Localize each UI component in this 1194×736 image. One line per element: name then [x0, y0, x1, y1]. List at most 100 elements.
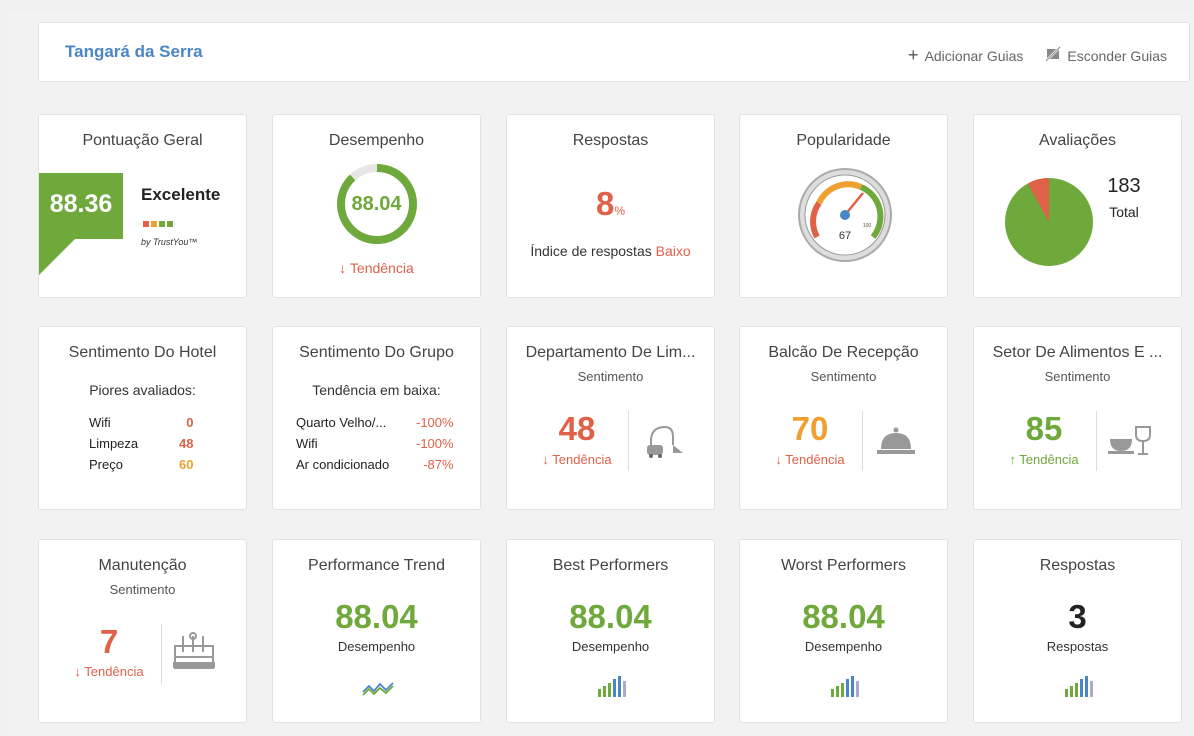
gauge-max: 100 [863, 223, 872, 229]
reviews-total-label: Total [1109, 204, 1139, 220]
table-row: Ar condicionado -87% [296, 457, 454, 472]
hotel-sentiment-card[interactable]: Sentimento Do Hotel Piores avaliados: Wi… [38, 326, 247, 510]
response-index: Índice de respostas Baixo [507, 243, 714, 259]
card-title: Popularidade [796, 132, 891, 149]
card-subtitle: Sentimento [1044, 369, 1111, 384]
plus-icon: + [908, 45, 919, 65]
reviews-total: 183 [1107, 175, 1141, 197]
card-title: Departamento De Lim... [525, 344, 696, 361]
popularity-gauge: 67 100 [798, 168, 892, 262]
table-row: Wifi 0 [89, 415, 194, 430]
card-title: Pontuação Geral [82, 132, 203, 149]
response-rate: 8% [507, 185, 714, 223]
hide-icon [1045, 46, 1062, 65]
card-subtitle: Sentimento [577, 369, 644, 384]
performance-value: 88.04 [802, 598, 885, 635]
responses-count-card[interactable]: Respostas 3 Respostas [973, 539, 1182, 723]
declining-trend-table: Quarto Velho/... -100% Wifi -100% Ar condi… [296, 412, 454, 475]
performance-label: Desempenho [337, 639, 416, 654]
card-title: Manutenção [98, 557, 187, 574]
dining-icon [1108, 426, 1151, 455]
toolbox-icon [173, 632, 215, 669]
sentiment-value: 70 [791, 410, 829, 447]
performance-card[interactable]: Desempenho 88.04 ↓ Tendência [272, 114, 481, 298]
card-title: Setor De Alimentos E ... [992, 344, 1163, 361]
cleaning-sentiment-card[interactable]: Departamento De Lim... Sentimento 48 ↓ T… [506, 326, 715, 510]
sentiment-trend: ↑ Tendência [1009, 452, 1079, 467]
score-value: 88.36 [49, 190, 113, 218]
divider [862, 411, 863, 471]
card-title: Best Performers [552, 557, 669, 574]
performance-label: Desempenho [804, 639, 883, 654]
hide-tabs-label: Esconder Guias [1067, 47, 1167, 64]
overall-score-card[interactable]: Pontuação Geral 88.36 Excelente by Trust… [38, 114, 247, 298]
card-title: Avaliações [1038, 132, 1117, 149]
performance-value: 88.04 [351, 193, 402, 215]
responses-value: 3 [1068, 598, 1087, 635]
card-title: Sentimento Do Hotel [68, 344, 217, 361]
divider [628, 411, 629, 471]
header-bar: Tangará da Serra + Adicionar Guias Escon… [38, 22, 1190, 82]
group-sentiment-card[interactable]: Sentimento Do Grupo Tendência em baixa: … [272, 326, 481, 510]
rating-dots-icon [143, 221, 173, 227]
badge-tail [39, 239, 75, 275]
vacuum-icon [647, 425, 683, 458]
page-title[interactable]: Tangará da Serra [65, 42, 203, 62]
response-rate-unit: % [614, 204, 626, 218]
table-row: Wifi -100% [296, 436, 454, 451]
table-row: Limpeza 48 [89, 436, 194, 451]
score-badge: 88.36 [39, 173, 123, 239]
card-subtitle: Piores avaliados: [89, 382, 196, 398]
dashboard: Tangará da Serra + Adicionar Guias Escon… [8, 10, 1192, 736]
card-subtitle: Tendência em baixa: [312, 382, 441, 398]
card-title: Respostas [572, 132, 649, 149]
trend-icon [362, 682, 394, 696]
brand-label: by TrustYou™ [141, 237, 198, 247]
card-title: Sentimento Do Grupo [299, 344, 454, 361]
bars-icon [598, 676, 626, 697]
response-index-value: Baixo [655, 243, 691, 259]
header-actions: + Adicionar Guias Esconder Guias [908, 45, 1167, 66]
hide-tabs-button[interactable]: Esconder Guias [1045, 45, 1167, 66]
card-title: Performance Trend [308, 557, 445, 574]
worst-performers-card[interactable]: Worst Performers 88.04 Desempenho [739, 539, 948, 723]
sentiment-value: 48 [558, 410, 596, 447]
card-title: Worst Performers [780, 557, 907, 574]
table-row: Quarto Velho/... -100% [296, 415, 454, 430]
food-sentiment-card[interactable]: Setor De Alimentos E ... Sentimento 85 ↑… [973, 326, 1182, 510]
divider [161, 624, 162, 684]
gauge-value: 67 [839, 230, 851, 242]
performance-trend: ↓ Tendência [339, 260, 414, 276]
card-title: Respostas [1039, 557, 1116, 574]
performance-label: Desempenho [571, 639, 650, 654]
card-subtitle: Sentimento [109, 582, 176, 597]
worst-rated-table: Wifi 0 Limpeza 48 Preço 60 [89, 412, 193, 475]
sentiment-value: 85 [1025, 410, 1063, 447]
best-performers-card[interactable]: Best Performers 88.04 Desempenho [506, 539, 715, 723]
reviews-pie [1005, 178, 1093, 266]
score-label: Excelente [141, 185, 221, 204]
performance-trend-card[interactable]: Performance Trend 88.04 Desempenho [272, 539, 481, 723]
maintenance-sentiment-card[interactable]: Manutenção Sentimento 7 ↓ Tendência [38, 539, 247, 723]
response-rate-value: 8 [595, 185, 615, 222]
bars-icon [1065, 676, 1093, 697]
responses-rate-card[interactable]: Respostas 8% Índice de respostas Baixo [506, 114, 715, 298]
performance-value: 88.04 [569, 598, 652, 635]
card-subtitle: Sentimento [810, 369, 877, 384]
bell-icon [877, 427, 915, 454]
popularity-card[interactable]: Popularidade 67 100 [739, 114, 948, 298]
reception-sentiment-card[interactable]: Balcão De Recepção Sentimento 70 ↓ Tendê… [739, 326, 948, 510]
response-index-label: Índice de respostas [530, 243, 652, 259]
sentiment-trend: ↓ Tendência [542, 452, 612, 467]
reviews-card[interactable]: Avaliações 183 Total [973, 114, 1182, 298]
performance-value: 88.04 [335, 598, 418, 635]
add-tabs-button[interactable]: + Adicionar Guias [908, 45, 1023, 66]
responses-label: Respostas [1046, 639, 1109, 654]
sentiment-value: 7 [99, 623, 119, 660]
bars-icon [831, 676, 859, 697]
table-row: Preço 60 [89, 457, 194, 472]
sentiment-trend: ↓ Tendência [74, 664, 144, 679]
card-title: Desempenho [328, 132, 425, 149]
card-title: Balcão De Recepção [768, 344, 919, 361]
sentiment-trend: ↓ Tendência [775, 452, 845, 467]
